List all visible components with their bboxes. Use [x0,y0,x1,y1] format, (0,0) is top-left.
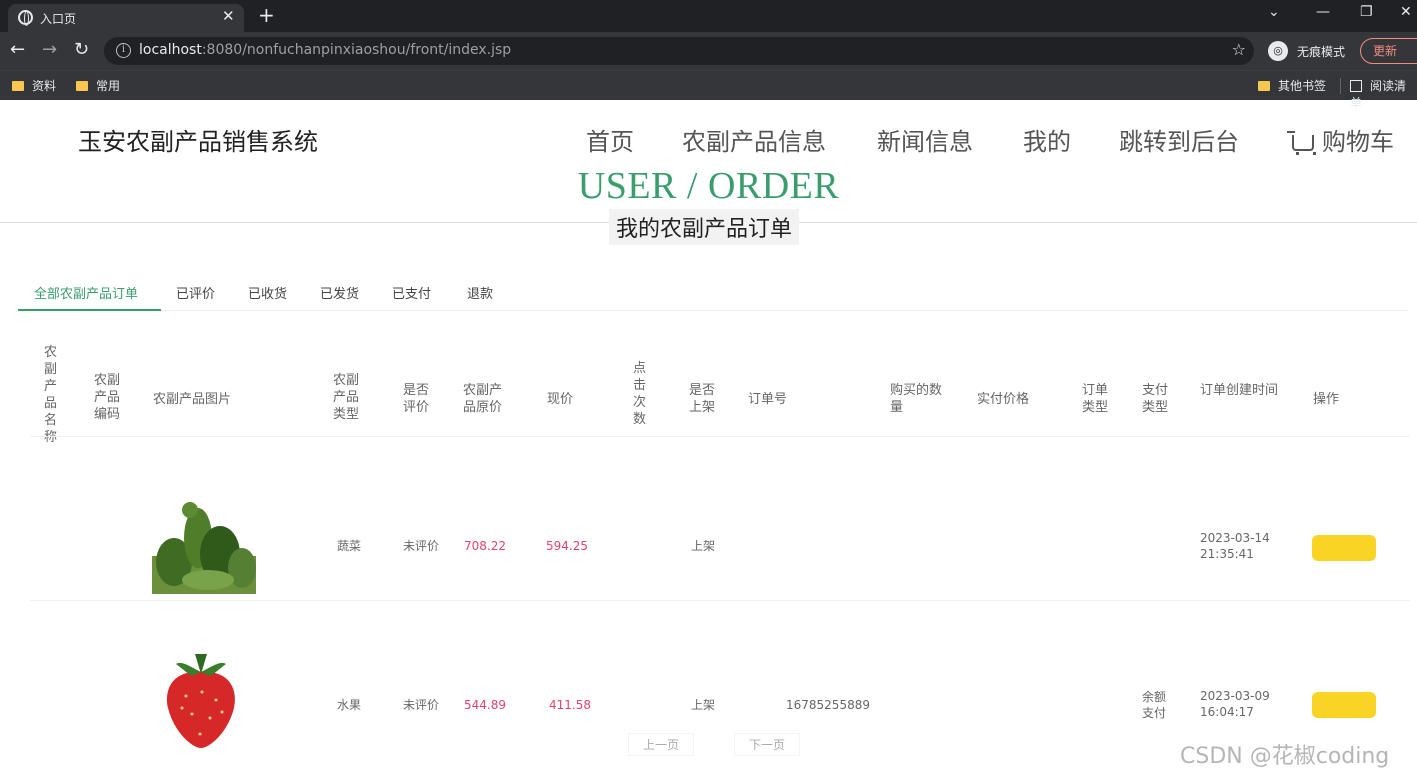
browser-tab-strip: 入口页 ✕ + ⌄ — ❐ ✕ [0,0,1417,32]
tab-title: 入口页 [40,12,77,26]
table-header: 实付价格 [977,392,1030,407]
nav-news[interactable]: 新闻信息 [877,122,973,157]
divider [30,436,1410,437]
forward-icon[interactable]: → [42,40,57,60]
cell-review: 未评价 [403,539,440,553]
folder-icon [1258,81,1270,91]
table-header: 农副产品原价 [463,383,503,415]
page-title-en: USER / ORDER [577,165,840,207]
table-header: 现价 [547,392,574,407]
new-tab-icon[interactable]: + [258,3,275,27]
bookmark-star-icon[interactable]: ☆ [1232,40,1246,59]
cell-status: 上架 [691,539,716,553]
prev-page-button[interactable]: 上一页 [628,733,695,756]
info-icon[interactable]: i [116,43,131,58]
browser-tab[interactable]: 入口页 ✕ [8,4,244,32]
tab-all-orders[interactable]: 全部农副产品订单 [34,283,138,302]
product-image-strawberry[interactable] [162,650,240,750]
nav-mine[interactable]: 我的 [1023,122,1071,157]
tab-received[interactable]: 已收货 [248,283,287,302]
tab-reviewed[interactable]: 已评价 [176,283,215,302]
tab-shipped[interactable]: 已发货 [320,283,359,302]
cell-pay-type: 余额支付 [1142,690,1167,720]
table-header: 订单号 [748,392,788,407]
cell-type: 水果 [337,698,362,712]
cell-price: 594.25 [546,539,588,553]
cell-status: 上架 [691,698,716,712]
nav-products[interactable]: 农副产品信息 [682,122,826,157]
divider [1340,78,1341,94]
site-title: 玉安农副产品销售系统 [78,128,318,156]
table-header: 农副产品类型 [333,373,360,422]
update-button[interactable]: 更新 [1360,38,1417,64]
operation-button[interactable] [1312,692,1376,718]
watermark: CSDN @花椒coding [1180,744,1390,769]
bookmarks-bar: 资料 常用 其他书签 阅读清单 [0,70,1417,110]
product-image-vegetables[interactable] [152,498,256,594]
close-window-icon[interactable]: ✕ [1400,4,1412,20]
nav-cart[interactable]: 购物车 [1287,122,1394,157]
cell-orig-price: 708.22 [464,539,506,553]
reading-list-icon [1350,80,1362,92]
table-header: 农副产品编码 [94,373,121,422]
tab-paid[interactable]: 已支付 [392,283,431,302]
url-text: localhost:8080/nonfuchanpinxiaoshou/fron… [139,42,512,58]
cell-orig-price: 544.89 [464,698,506,712]
address-toolbar: ← → ↻ i localhost:8080/nonfuchanpinxiaos… [0,32,1417,70]
table-header: 购买的数量 [890,383,943,415]
folder-icon [12,81,24,91]
next-page-button[interactable]: 下一页 [734,733,801,756]
cell-review: 未评价 [403,698,440,712]
table-header: 农副产品图片 [153,392,232,407]
cart-icon [1287,131,1316,155]
table-header: 是否上架 [689,383,716,415]
table-header: 是否评价 [403,383,430,415]
active-tab-indicator [18,309,161,311]
bookmark-folder[interactable]: 资料 [12,77,56,94]
other-bookmarks[interactable]: 其他书签 [1258,77,1326,94]
globe-icon [18,10,33,26]
divider [18,310,1408,311]
operation-button[interactable] [1312,535,1376,561]
reload-icon[interactable]: ↻ [74,40,89,60]
cell-time: 2023-03-14 21:35:41 [1200,531,1270,561]
table-header: 点击次数 [633,361,647,427]
restore-icon[interactable]: ❐ [1360,4,1373,20]
nav-home[interactable]: 首页 [586,122,634,157]
page-title-cn: 我的农副产品订单 [609,209,800,245]
incognito-label: 无痕模式 [1297,45,1346,59]
nav-admin[interactable]: 跳转到后台 [1119,122,1239,157]
chevron-down-icon[interactable]: ⌄ [1268,4,1280,20]
cell-price: 411.58 [549,698,591,712]
url-field[interactable]: i localhost:8080/nonfuchanpinxiaoshou/fr… [104,37,1254,65]
cell-type: 蔬菜 [337,539,362,553]
table-header: 农副产品名称 [44,345,58,445]
reading-list[interactable]: 阅读清单 [1350,77,1417,111]
tab-refund[interactable]: 退款 [467,283,493,302]
table-header: 操作 [1313,392,1340,407]
close-tab-icon[interactable]: ✕ [222,7,235,25]
table-header: 订单创建时间 [1200,383,1279,398]
divider [30,600,1410,601]
incognito-icon[interactable]: ◎ [1268,41,1288,61]
cell-order-no: 16785255889 [786,698,870,712]
cell-time: 2023-03-09 16:04:17 [1200,689,1270,719]
table-header: 订单类型 [1082,383,1109,415]
table-header: 支付类型 [1142,383,1169,415]
back-icon[interactable]: ← [10,40,25,60]
minimize-icon[interactable]: — [1316,4,1330,20]
bookmark-folder[interactable]: 常用 [76,77,120,94]
folder-icon [76,81,88,91]
